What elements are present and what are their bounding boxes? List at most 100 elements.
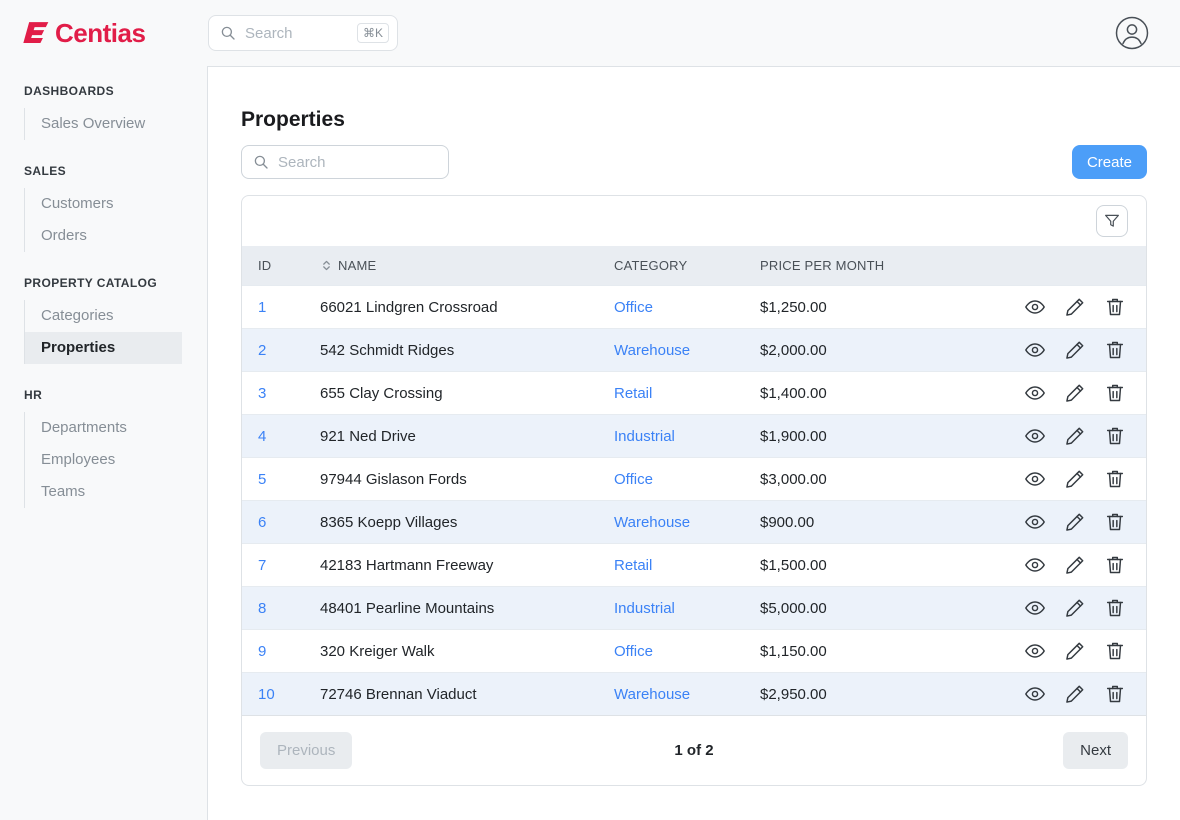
cell-category-link[interactable]: Office (598, 458, 744, 501)
cell-id-link[interactable]: 2 (242, 329, 304, 372)
sidebar-item-teams[interactable]: Teams (25, 476, 182, 508)
create-button[interactable]: Create (1072, 145, 1147, 179)
cell-name: 48401 Pearline Mountains (304, 587, 598, 630)
edit-button[interactable] (1064, 554, 1086, 576)
delete-button[interactable] (1104, 339, 1126, 361)
delete-button[interactable] (1104, 683, 1126, 705)
sidebar-item-properties[interactable]: Properties (25, 332, 182, 364)
cell-category-link[interactable]: Warehouse (598, 501, 744, 544)
view-button[interactable] (1024, 554, 1046, 576)
cell-category-link[interactable]: Retail (598, 372, 744, 415)
global-search-input[interactable] (245, 25, 349, 42)
previous-page-button[interactable]: Previous (260, 732, 352, 769)
cell-category-link[interactable]: Retail (598, 544, 744, 587)
edit-button[interactable] (1064, 683, 1086, 705)
delete-button[interactable] (1104, 640, 1126, 662)
view-button[interactable] (1024, 468, 1046, 490)
cell-id-link[interactable]: 10 (242, 673, 304, 716)
brand-logo[interactable]: Centias (0, 18, 207, 49)
edit-button[interactable] (1064, 382, 1086, 404)
edit-button[interactable] (1064, 640, 1086, 662)
cell-price: $2,950.00 (744, 673, 994, 716)
properties-table: ID NAME CATEGORY PRICE PER MONTH 1 66021 (242, 246, 1146, 715)
delete-button[interactable] (1104, 425, 1126, 447)
cell-category-link[interactable]: Office (598, 286, 744, 329)
view-button[interactable] (1024, 683, 1046, 705)
delete-button[interactable] (1104, 296, 1126, 318)
column-header-name[interactable]: NAME (304, 246, 598, 286)
eye-icon (1024, 425, 1046, 447)
delete-button[interactable] (1104, 511, 1126, 533)
next-page-button[interactable]: Next (1063, 732, 1128, 769)
cell-category-link[interactable]: Industrial (598, 415, 744, 458)
user-avatar-button[interactable] (1114, 15, 1150, 51)
trash-icon (1104, 425, 1126, 447)
sidebar-group-title: PROPERTY CATALOG (0, 252, 207, 300)
view-button[interactable] (1024, 640, 1046, 662)
delete-button[interactable] (1104, 468, 1126, 490)
table-row: 3 655 Clay Crossing Retail $1,400.00 (242, 372, 1146, 415)
cell-id-link[interactable]: 6 (242, 501, 304, 544)
cell-price: $1,500.00 (744, 544, 994, 587)
cell-id-link[interactable]: 3 (242, 372, 304, 415)
sidebar-item-categories[interactable]: Categories (25, 300, 182, 332)
global-search[interactable]: ⌘K (208, 15, 398, 51)
cell-id-link[interactable]: 4 (242, 415, 304, 458)
table-row: 10 72746 Brennan Viaduct Warehouse $2,95… (242, 673, 1146, 716)
cell-id-link[interactable]: 1 (242, 286, 304, 329)
trash-icon (1104, 511, 1126, 533)
topbar: Centias ⌘K (0, 0, 1180, 66)
table-search-input[interactable] (278, 154, 438, 171)
column-header-actions (994, 246, 1146, 286)
cell-category-link[interactable]: Warehouse (598, 329, 744, 372)
eye-icon (1024, 511, 1046, 533)
edit-button[interactable] (1064, 468, 1086, 490)
sidebar-item-customers[interactable]: Customers (25, 188, 182, 220)
pencil-icon (1064, 683, 1086, 705)
view-button[interactable] (1024, 382, 1046, 404)
view-button[interactable] (1024, 511, 1046, 533)
table-search[interactable] (241, 145, 449, 179)
table-row: 5 97944 Gislason Fords Office $3,000.00 (242, 458, 1146, 501)
sidebar-group-title: HR (0, 364, 207, 412)
sidebar-item-sales-overview[interactable]: Sales Overview (25, 108, 182, 140)
table-row: 9 320 Kreiger Walk Office $1,150.00 (242, 630, 1146, 673)
table-row: 1 66021 Lindgren Crossroad Office $1,250… (242, 286, 1146, 329)
cell-id-link[interactable]: 8 (242, 587, 304, 630)
edit-button[interactable] (1064, 425, 1086, 447)
cell-category-link[interactable]: Warehouse (598, 673, 744, 716)
cell-id-link[interactable]: 7 (242, 544, 304, 587)
sidebar-group-property-catalog: PROPERTY CATALOG Categories Properties (0, 252, 207, 364)
properties-table-card: ID NAME CATEGORY PRICE PER MONTH 1 66021 (241, 195, 1147, 786)
trash-icon (1104, 683, 1126, 705)
eye-icon (1024, 597, 1046, 619)
sidebar-item-employees[interactable]: Employees (25, 444, 182, 476)
cell-category-link[interactable]: Industrial (598, 587, 744, 630)
view-button[interactable] (1024, 339, 1046, 361)
cell-id-link[interactable]: 5 (242, 458, 304, 501)
cell-id-link[interactable]: 9 (242, 630, 304, 673)
funnel-icon (1103, 212, 1121, 230)
cell-name: 8365 Koepp Villages (304, 501, 598, 544)
cell-category-link[interactable]: Office (598, 630, 744, 673)
edit-button[interactable] (1064, 296, 1086, 318)
view-button[interactable] (1024, 597, 1046, 619)
edit-button[interactable] (1064, 339, 1086, 361)
filter-button[interactable] (1096, 205, 1128, 237)
trash-icon (1104, 640, 1126, 662)
delete-button[interactable] (1104, 597, 1126, 619)
delete-button[interactable] (1104, 382, 1126, 404)
brand-name: Centias (55, 18, 145, 49)
view-button[interactable] (1024, 425, 1046, 447)
trash-icon (1104, 597, 1126, 619)
sidebar-item-departments[interactable]: Departments (25, 412, 182, 444)
cell-price: $1,250.00 (744, 286, 994, 329)
pencil-icon (1064, 511, 1086, 533)
edit-button[interactable] (1064, 511, 1086, 533)
sidebar-item-orders[interactable]: Orders (25, 220, 182, 252)
delete-button[interactable] (1104, 554, 1126, 576)
view-button[interactable] (1024, 296, 1046, 318)
sidebar-group-hr: HR Departments Employees Teams (0, 364, 207, 508)
table-row: 7 42183 Hartmann Freeway Retail $1,500.0… (242, 544, 1146, 587)
edit-button[interactable] (1064, 597, 1086, 619)
